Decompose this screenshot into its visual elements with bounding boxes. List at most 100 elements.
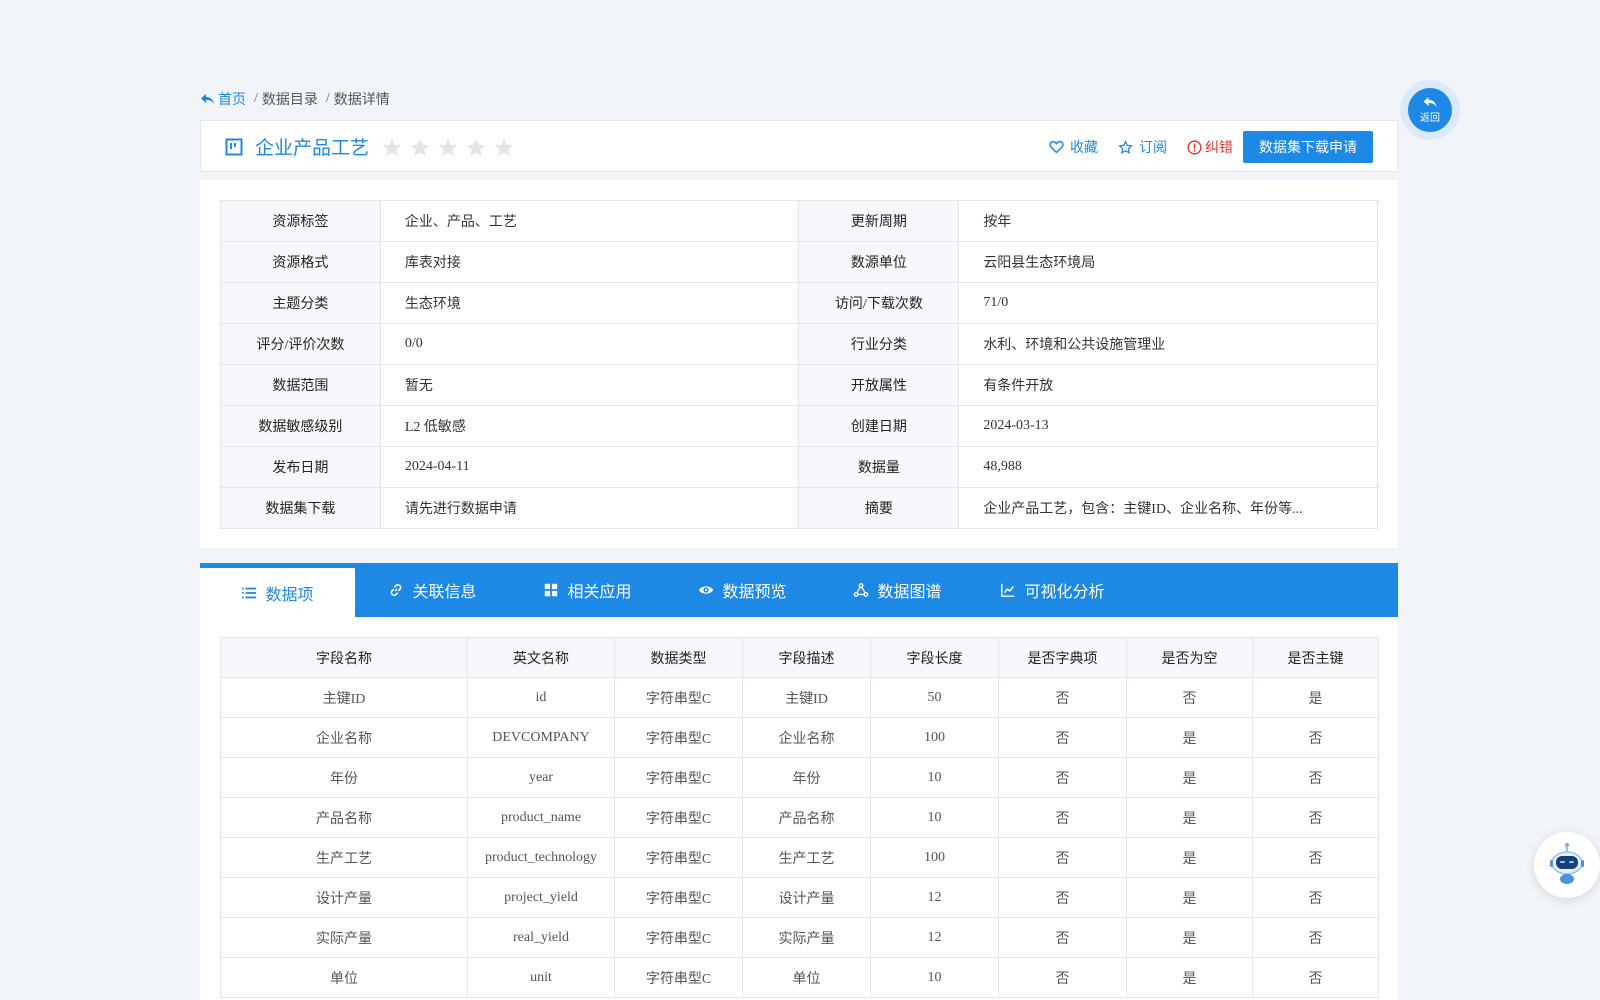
rating-star-icon[interactable] [381,137,403,159]
table-cell: 设计产量 [742,877,871,918]
table-cell: 否 [1252,917,1379,958]
breadcrumb-separator: / [254,91,258,106]
list-icon [242,587,257,598]
info-row: 发布日期 2024-04-11 数据量 48,988 [220,446,1378,488]
rating-stars[interactable] [381,137,515,159]
table-cell: product_name [467,797,615,838]
table-cell: 否 [998,797,1127,838]
back-float-button[interactable]: 返回 [1400,80,1460,140]
info-value: 0/0 [379,323,800,365]
info-value: 2024-03-13 [958,405,1378,447]
table-row: 企业名称 DEVCOMPANY 字符串型C 企业名称 100 否是否 [220,717,1379,758]
table-cell: 否 [998,877,1127,918]
table-row: 主键ID id 字符串型C 主键ID 50 否否是 [220,677,1379,718]
info-label: 发布日期 [220,446,381,488]
info-value: 暂无 [379,364,800,406]
table-cell: 50 [870,677,999,718]
info-label: 开放属性 [798,364,960,406]
eye-icon [699,586,714,594]
report-error-button[interactable]: 纠错 [1187,137,1233,157]
fields-header-row: 字段名称 英文名称 数据类型 字段描述 字段长度 是否字典项 是否为空 是否主键 [220,637,1379,678]
info-label: 资源标签 [220,200,381,242]
info-label: 数据范围 [220,364,381,406]
info-value: 云阳县生态环境局 [958,241,1378,283]
table-cell: 实际产量 [220,917,468,958]
column-header: 是否主键 [1252,637,1379,678]
favorite-button[interactable]: 收藏 [1049,137,1098,157]
table-cell: 100 [870,837,999,878]
table-cell: 是 [1126,837,1253,878]
table-cell: 字符串型C [614,717,743,758]
info-label: 行业分类 [798,323,960,365]
rating-star-icon[interactable] [465,137,487,159]
table-cell: 是 [1126,717,1253,758]
table-cell: 是 [1126,957,1253,998]
tab-label: 相关应用 [567,584,632,601]
table-cell: year [467,757,615,798]
ai-assistant-button[interactable] [1534,832,1600,898]
table-cell: 年份 [220,757,468,798]
table-row: 年份 year 字符串型C 年份 10 否是否 [220,757,1379,798]
info-panel: 资源标签 企业、产品、工艺 更新周期 按年 资源格式 库表对接 数源单位 云阳县生态环境局 主题… [200,180,1398,548]
tab-label: 数据预览 [722,584,787,601]
favorite-label: 收藏 [1070,141,1098,156]
table-cell: 否 [1252,877,1379,918]
breadcrumb-item-catalog[interactable]: 数据目录 [262,89,318,109]
info-value: 请先进行数据申请 [379,487,800,529]
table-row: 产品名称 product_name 字符串型C 产品名称 10 否是否 [220,797,1379,838]
rating-star-icon[interactable] [493,137,515,159]
reply-arrow-icon [1423,97,1437,108]
tab-line-chart[interactable]: 可视化分析 [975,563,1130,617]
table-cell: 否 [998,917,1127,958]
table-cell: 否 [1252,837,1379,878]
tab-eye[interactable]: 数据预览 [665,563,820,617]
info-row: 数据敏感级别 L2 低敏感 创建日期 2024-03-13 [220,405,1378,447]
tab-label: 可视化分析 [1024,584,1105,601]
table-cell: 是 [1126,797,1253,838]
column-header: 字段描述 [742,637,871,678]
table-cell: 生产工艺 [742,837,871,878]
subscribe-button[interactable]: 订阅 [1118,137,1167,157]
table-row: 生产工艺 product_technology 字符串型C 生产工艺 100 否是否 [220,837,1379,878]
table-cell: 单位 [220,957,468,998]
table-cell: 字符串型C [614,917,743,958]
breadcrumb-home[interactable]: 首页 [200,89,246,109]
download-apply-button[interactable]: 数据集下载申请 [1243,131,1373,163]
robot-icon [1550,843,1584,884]
tab-list[interactable]: 数据项 [200,563,355,617]
info-value: 2024-04-11 [379,446,800,488]
table-cell: 单位 [742,957,871,998]
table-cell: 否 [1126,677,1253,718]
tab-link[interactable]: 关联信息 [355,563,510,617]
table-cell: 产品名称 [742,797,871,838]
table-cell: 企业名称 [220,717,468,758]
reply-arrow-icon [201,93,214,104]
table-cell: 否 [1252,717,1379,758]
header-actions: 收藏 订阅 纠错 数据集下载申请 [1049,131,1373,163]
table-row: 设计产量 project_yield 字符串型C 设计产量 12 否是否 [220,877,1379,918]
dataset-header: 企业产品工艺 收藏 订阅 纠错 数据集下载申请 [200,120,1398,172]
tab-graph[interactable]: 数据图谱 [820,563,975,617]
table-cell: 否 [998,717,1127,758]
table-cell: 12 [870,877,999,918]
table-cell: 字符串型C [614,877,743,918]
tab-label: 数据图谱 [877,584,942,601]
rating-star-icon[interactable] [437,137,459,159]
breadcrumb: 首页 / 数据目录 / 数据详情 [200,88,390,110]
table-cell: 是 [1252,677,1379,718]
table-cell: 12 [870,917,999,958]
info-value: 71/0 [958,282,1378,324]
table-cell: 是 [1126,877,1253,918]
column-header: 字段长度 [870,637,999,678]
column-header: 英文名称 [467,637,615,678]
tab-grid[interactable]: 相关应用 [510,563,665,617]
rating-star-icon[interactable] [409,137,431,159]
info-label: 数据敏感级别 [220,405,381,447]
info-label: 数据量 [798,446,960,488]
info-label: 创建日期 [798,405,960,447]
info-label: 更新周期 [798,200,960,242]
tab-label: 关联信息 [412,584,477,601]
dataset-icon [225,138,243,156]
table-cell: DEVCOMPANY [467,717,615,758]
link-icon [391,583,402,597]
